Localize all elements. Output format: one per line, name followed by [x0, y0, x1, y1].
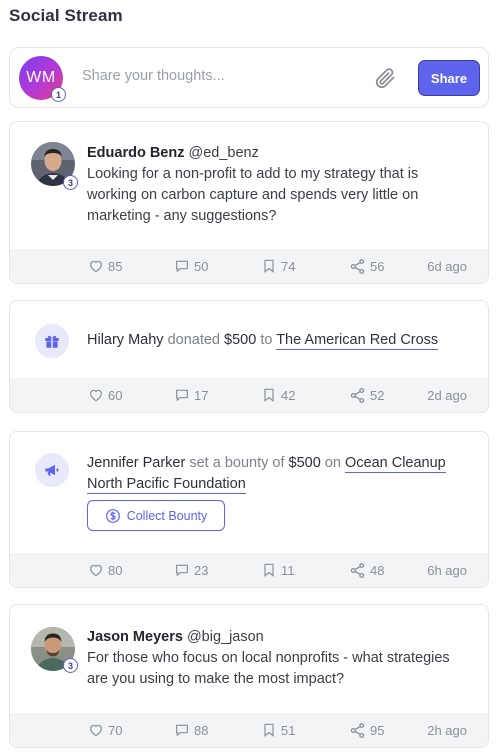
organization-link[interactable]: The American Red Cross — [276, 332, 439, 350]
feed-card: 3 Jason Meyers @big_jason For those who … — [9, 604, 489, 748]
comment-button[interactable]: 88 — [174, 713, 208, 747]
author-handle[interactable]: @ed_benz — [189, 145, 259, 161]
collect-bounty-label: Collect Bounty — [126, 508, 208, 523]
timestamp: 2d ago — [427, 387, 467, 403]
like-count: 60 — [108, 387, 123, 403]
author-handle[interactable]: @big_jason — [187, 629, 264, 645]
card-footer: 85 50 74 56 6d ago — [10, 249, 488, 283]
organization-link[interactable]: Ocean Cleanup — [344, 455, 446, 473]
timestamp: 6d ago — [427, 258, 467, 274]
share-input[interactable]: Share your thoughts... — [82, 68, 225, 84]
comment-button[interactable]: 17 — [174, 378, 208, 412]
comment-icon — [176, 724, 188, 737]
share-action[interactable]: 52 — [349, 378, 384, 412]
avatar-badge: 3 — [63, 175, 78, 190]
bookmark-count: 11 — [281, 562, 295, 578]
bookmark-icon — [264, 563, 274, 577]
feed-card: Jennifer Parker set a bounty of $500 on … — [9, 431, 489, 588]
connector-word: to — [260, 332, 273, 348]
gift-icon — [35, 324, 69, 358]
post-composer: WM 1 Share your thoughts... Share — [9, 47, 489, 108]
connector-word: on — [324, 455, 341, 471]
timestamp: 6h ago — [427, 562, 467, 578]
bookmark-button[interactable]: 51 — [261, 713, 295, 747]
share-action[interactable]: 48 — [349, 553, 384, 587]
share-count: 52 — [370, 387, 385, 403]
author-name[interactable]: Jason Meyers — [87, 629, 183, 645]
megaphone-icon — [35, 453, 69, 487]
bookmark-icon — [264, 388, 274, 402]
post-text-line: Looking for a non-profit to add to my st… — [87, 166, 419, 182]
comment-count: 17 — [194, 387, 209, 403]
comment-icon — [176, 564, 188, 577]
heart-icon — [90, 389, 102, 402]
like-count: 85 — [108, 258, 123, 274]
share-icon — [350, 562, 365, 578]
bookmark-button[interactable]: 11 — [261, 553, 295, 587]
comment-button[interactable]: 23 — [174, 553, 208, 587]
bookmark-count: 74 — [281, 258, 296, 274]
share-action[interactable]: 95 — [349, 713, 384, 747]
author-name[interactable]: Jennifer Parker — [87, 455, 185, 471]
heart-icon — [90, 260, 102, 273]
bookmark-icon — [264, 723, 274, 737]
author-name[interactable]: Eduardo Benz — [87, 145, 184, 161]
post-text-line: working on carbon capture and spends ver… — [87, 187, 419, 203]
post-body: Eduardo Benz @ed_benz Looking for a non-… — [87, 143, 418, 227]
bounty-amount: $500 — [288, 455, 321, 471]
action-verb: donated — [167, 332, 220, 348]
share-icon — [350, 258, 365, 274]
card-footer: 60 17 42 52 2d ago — [10, 378, 488, 412]
heart-icon — [90, 724, 102, 737]
comment-count: 88 — [194, 722, 209, 738]
collect-bounty-button[interactable]: Collect Bounty — [87, 500, 225, 531]
bookmark-count: 42 — [281, 387, 296, 403]
timestamp: 2h ago — [427, 722, 467, 738]
comment-button[interactable]: 50 — [174, 249, 208, 283]
comment-count: 23 — [194, 562, 209, 578]
share-icon — [350, 387, 365, 403]
like-button[interactable]: 85 — [88, 249, 122, 283]
post-text-line: marketing - any suggestions? — [87, 208, 277, 224]
comment-icon — [176, 260, 188, 273]
organization-link[interactable]: North Pacific Foundation — [87, 476, 246, 494]
card-footer: 70 88 51 95 2h ago — [10, 713, 488, 747]
like-button[interactable]: 80 — [88, 553, 122, 587]
paperclip-icon[interactable] — [373, 66, 397, 90]
bookmark-button[interactable]: 42 — [261, 378, 295, 412]
like-button[interactable]: 70 — [88, 713, 122, 747]
post-body: Jason Meyers @big_jason For those who fo… — [87, 627, 450, 690]
bookmark-count: 51 — [281, 722, 296, 738]
comment-count: 50 — [194, 258, 209, 274]
avatar-badge: 3 — [63, 658, 78, 673]
donation-amount: $500 — [224, 332, 257, 348]
action-verb: set a bounty of — [189, 455, 285, 471]
share-count: 48 — [370, 562, 385, 578]
like-count: 70 — [108, 722, 123, 738]
post-text-line: are you using to make the most impact? — [87, 671, 345, 687]
share-count: 56 — [370, 258, 385, 274]
avatar-badge: 1 — [51, 87, 66, 102]
comment-icon — [176, 389, 188, 402]
share-count: 95 — [370, 722, 385, 738]
bookmark-icon — [264, 259, 274, 273]
dollar-icon — [105, 508, 120, 523]
share-button[interactable]: Share — [418, 60, 480, 96]
author-name[interactable]: Hilary Mahy — [87, 332, 164, 348]
share-action[interactable]: 56 — [349, 249, 384, 283]
donation-text: Hilary Mahy donated $500 to The American… — [87, 330, 439, 351]
heart-icon — [90, 564, 102, 577]
like-count: 80 — [108, 562, 123, 578]
like-button[interactable]: 60 — [88, 378, 122, 412]
share-icon — [350, 722, 365, 738]
feed-card: Hilary Mahy donated $500 to The American… — [9, 300, 489, 413]
card-footer: 80 23 11 48 6h ago — [10, 553, 488, 587]
post-text-line: For those who focus on local nonprofits … — [87, 650, 450, 666]
feed-card: 3 Eduardo Benz @ed_benz Looking for a no… — [9, 121, 489, 284]
bounty-text: Jennifer Parker set a bounty of $500 on … — [87, 453, 446, 495]
page-title: Social Stream — [9, 6, 123, 25]
bookmark-button[interactable]: 74 — [261, 249, 295, 283]
